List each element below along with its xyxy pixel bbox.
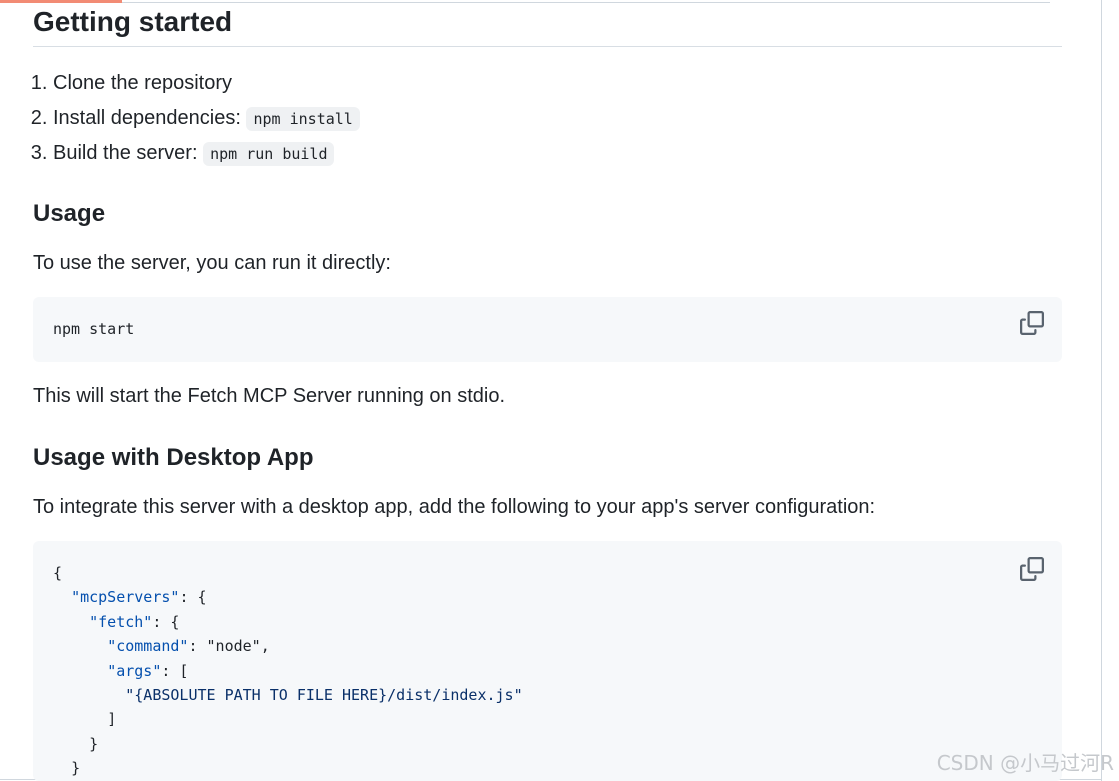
usage-code-block[interactable]: npm start bbox=[33, 297, 1062, 362]
usage-outro: This will start the Fetch MCP Server run… bbox=[33, 385, 506, 407]
copy-button[interactable] bbox=[1020, 311, 1044, 335]
code-line: "fetch": { bbox=[89, 612, 180, 631]
copy-button[interactable] bbox=[1020, 557, 1044, 581]
setup-steps-list: Clone the repository Install dependencie… bbox=[33, 66, 360, 171]
step-text: Install dependencies: bbox=[53, 107, 241, 129]
list-item: Build the server: npm run build bbox=[53, 136, 360, 171]
list-item: Install dependencies: npm install bbox=[53, 101, 360, 136]
step-text: Clone the repository bbox=[53, 72, 232, 94]
config-code-block[interactable]: { "mcpServers": { "fetch": { "command": … bbox=[33, 541, 1062, 781]
json-key: "mcpServers" bbox=[71, 588, 180, 607]
code-line: "command": "node", bbox=[107, 637, 270, 656]
usage-intro: To use the server, you can run it direct… bbox=[33, 252, 391, 274]
code-line: "{ABSOLUTE PATH TO FILE HERE}/dist/index… bbox=[53, 686, 523, 705]
code-line: "args": [ bbox=[107, 661, 189, 680]
json-key: "fetch" bbox=[89, 612, 153, 631]
code-line: } bbox=[71, 759, 81, 778]
inline-code: npm install bbox=[246, 107, 360, 131]
code-line: "mcpServers": { bbox=[71, 588, 207, 607]
inline-code: npm run build bbox=[203, 142, 335, 166]
copy-icon bbox=[1020, 311, 1044, 335]
right-border bbox=[1101, 0, 1102, 781]
config-json[interactable]: { "mcpServers": { "fetch": { "command": … bbox=[53, 561, 523, 781]
list-item: Clone the repository bbox=[53, 66, 360, 101]
usage-heading: Usage bbox=[33, 200, 106, 227]
code-line: } bbox=[89, 734, 99, 753]
watermark: CSDN @小马过河R bbox=[936, 751, 1114, 775]
desktop-intro: To integrate this server with a desktop … bbox=[33, 496, 876, 518]
json-key: "command" bbox=[107, 637, 189, 656]
getting-started-heading: Getting started bbox=[33, 6, 233, 37]
code-line: { bbox=[53, 564, 63, 582]
json-string: "{ABSOLUTE PATH TO FILE HERE}/dist/index… bbox=[125, 686, 523, 705]
desktop-app-heading: Usage with Desktop App bbox=[33, 444, 314, 471]
top-divider bbox=[122, 2, 1050, 3]
copy-icon bbox=[1020, 557, 1044, 581]
json-key: "args" bbox=[107, 661, 162, 680]
usage-command[interactable]: npm start bbox=[53, 317, 134, 341]
code-line: ] bbox=[107, 710, 117, 729]
heading-divider bbox=[33, 46, 1062, 47]
step-text: Build the server: bbox=[53, 142, 198, 164]
